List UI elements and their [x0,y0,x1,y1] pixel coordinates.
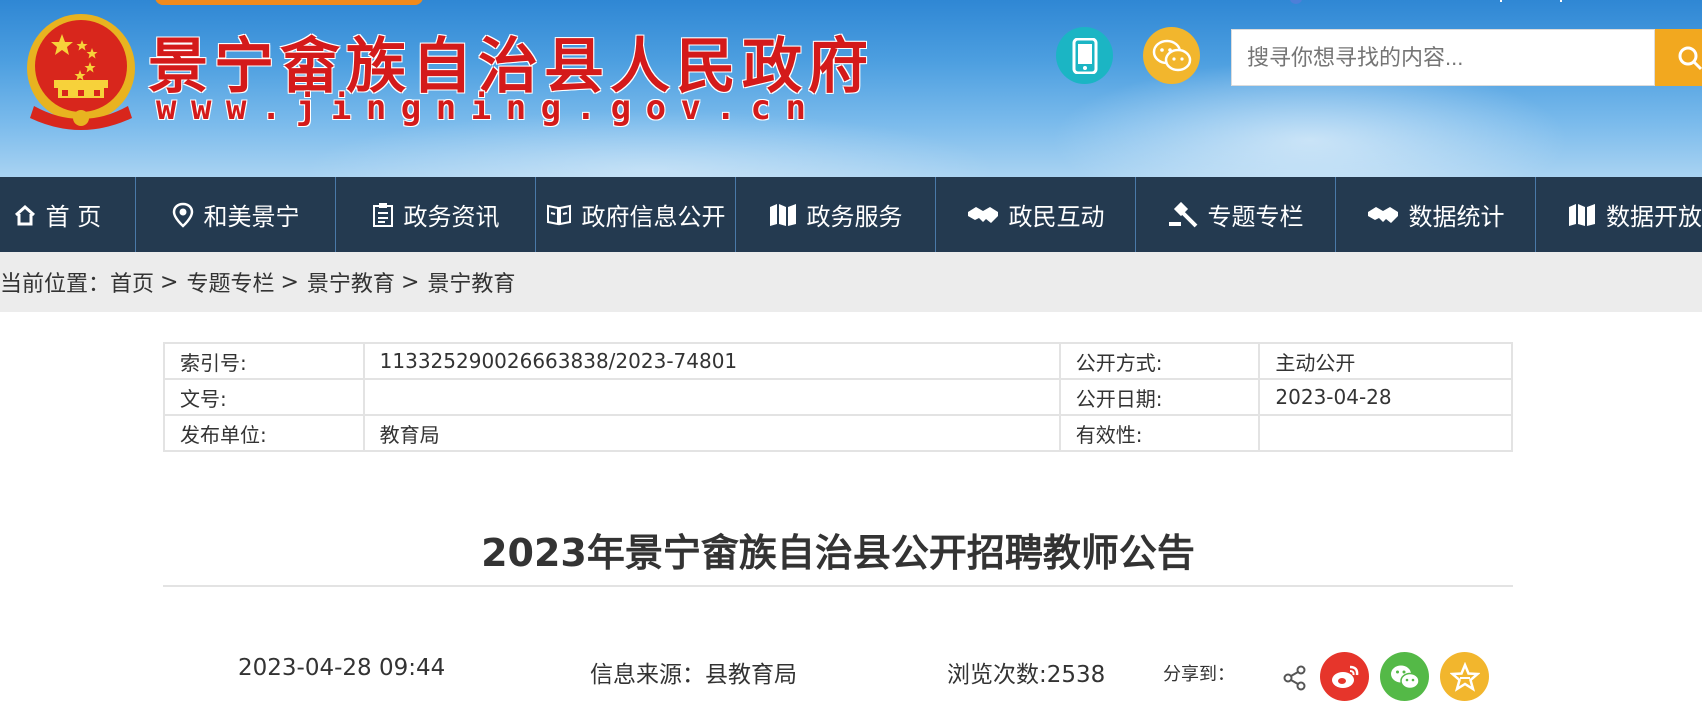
info-source: 信息来源：县教育局 [590,662,797,688]
main-nav: 首 页 和美景宁 政务资讯 政府信息公开 政务服务 政民互动 专题专栏 数据统计… [0,177,1702,252]
share-favorite-button[interactable] [1440,652,1489,701]
site-url: www.jingning.gov.cn [156,88,821,128]
wechat-icon [1152,39,1191,71]
search-input[interactable] [1231,29,1655,86]
nav-item-label: 数据统计 [1408,203,1505,231]
title-divider [163,585,1513,587]
home-icon [14,204,35,225]
nav-item-services[interactable]: 政务服务 [736,177,936,252]
table-row: 索引号: 113325290026663838/2023-74801 公开方式:… [163,342,1513,380]
breadcrumb-bar: 当前位置： 首页 > 专题专栏 > 景宁教育 > 景宁教育 [0,252,1702,312]
publish-datetime: 2023-04-28 09:44 [238,655,446,681]
mobile-phone-icon [1072,37,1097,74]
handshake-icon [1367,206,1398,223]
info-label-index: 索引号: [163,342,365,380]
map-icon [769,203,796,226]
nav-item-news[interactable]: 政务资讯 [336,177,536,252]
mobile-site-button[interactable] [1056,27,1113,84]
nav-item-label: 专题专栏 [1207,203,1304,231]
document-info-table: 索引号: 113325290026663838/2023-74801 公开方式:… [163,342,1513,452]
location-pin-icon [172,202,193,228]
info-label-disclosure-method: 公开方式: [1058,342,1261,380]
top-separator [1560,0,1562,2]
info-label-doc-number: 文号: [163,378,365,416]
breadcrumb-link-special-topics[interactable]: 专题专栏 [186,266,274,298]
breadcrumb-separator: > [160,269,179,295]
breadcrumb-separator: > [280,269,299,295]
info-label-disclosure-date: 公开日期: [1058,378,1261,416]
gavel-icon [1168,201,1197,227]
info-label-validity: 有效性: [1058,414,1261,452]
breadcrumb-link-home[interactable]: 首页 [110,266,154,298]
nav-item-label: 和美景宁 [203,203,300,231]
nav-item-label: 政民互动 [1008,203,1105,231]
map-icon [1569,203,1595,226]
info-value-disclosure-method: 主动公开 [1258,342,1513,380]
wechat-icon [1390,665,1420,689]
breadcrumb-separator: > [400,269,420,295]
nav-item-open-data[interactable]: 数据开放 [1536,177,1702,252]
info-value-doc-number [362,378,1061,416]
nav-item-label: 数据开放 [1606,203,1702,231]
top-separator [1500,0,1502,2]
handshake-icon [967,206,998,223]
nav-item-statistics[interactable]: 数据统计 [1336,177,1536,252]
breadcrumb-prefix: 当前位置： [0,272,111,297]
share-weibo-button[interactable] [1320,652,1369,701]
weibo-icon [1331,665,1358,688]
wechat-account-button[interactable] [1143,27,1200,84]
breadcrumb-link-jingning-education[interactable]: 景宁教育 [307,266,395,298]
breadcrumb-link-jingning-education-sub[interactable]: 景宁教育 [427,266,515,298]
site-header: 景宁畲族自治县人民政府 www.jingning.gov.cn [0,0,1702,177]
view-count: 浏览次数:2538 [947,662,1106,688]
star-icon [1449,661,1480,692]
nav-item-interaction[interactable]: 政民互动 [936,177,1136,252]
nav-item-label: 政务服务 [806,203,903,231]
info-value-validity [1258,414,1513,452]
nav-item-hemei-jingning[interactable]: 和美景宁 [136,177,336,252]
table-row: 发布单位: 教育局 有效性: [163,414,1513,452]
share-label: 分享到： [1163,664,1235,685]
table-row: 文号: 公开日期: 2023-04-28 [163,378,1513,416]
book-icon [546,204,571,225]
search-icon [1678,46,1702,70]
national-emblem-icon [27,14,135,130]
share-wechat-button[interactable] [1380,652,1429,701]
nav-item-label: 政府信息公开 [581,203,726,231]
info-value-publisher: 教育局 [362,414,1061,452]
breadcrumb: 当前位置： 首页 > 专题专栏 > 景宁教育 > 景宁教育 [0,252,515,312]
info-value-disclosure-date: 2023-04-28 [1258,378,1513,416]
article-title: 2023年景宁畲族自治县公开招聘教师公告 [481,531,1195,575]
clipboard-icon [372,202,393,227]
nav-item-label: 首 页 [45,203,102,231]
info-label-publisher: 发布单位: [163,414,365,452]
share-icon[interactable] [1283,665,1307,691]
nav-item-label: 政务资讯 [403,203,500,231]
top-utility-icon[interactable] [1290,0,1302,4]
nav-item-info-disclosure[interactable]: 政府信息公开 [536,177,736,252]
nav-item-special-topics[interactable]: 专题专栏 [1136,177,1336,252]
search-button[interactable] [1655,29,1702,86]
nav-item-home[interactable]: 首 页 [0,177,136,252]
info-value-index: 113325290026663838/2023-74801 [362,342,1061,380]
top-orange-tab[interactable] [155,0,423,5]
